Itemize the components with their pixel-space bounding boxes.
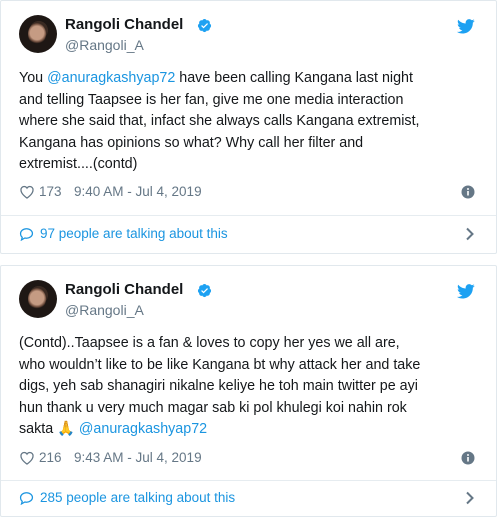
- tweet-line: You @anuragkashyap72 have been calling K…: [19, 70, 413, 86]
- avatar[interactable]: [19, 15, 57, 53]
- verified-badge-icon: [197, 18, 212, 33]
- avatar[interactable]: [19, 280, 57, 318]
- tweet-line: hun thank u very much magar sab ki pol k…: [19, 399, 407, 416]
- tweet-text: You @anuragkashyap72 have been calling K…: [19, 68, 479, 176]
- tweet-line: Kangana has opinions so what? Why call h…: [19, 134, 364, 151]
- display-name[interactable]: Rangoli Chandel: [65, 281, 183, 299]
- mention-link[interactable]: @anuragkashyap72: [79, 421, 207, 437]
- tweet-meta: 173 9:40 AM - Jul 4, 2019: [19, 183, 479, 201]
- tweet-line: digs, yeh sab shanagiri nikalne keliye h…: [19, 378, 418, 394]
- verified-badge-icon: [197, 283, 212, 298]
- like-count: 173: [39, 184, 62, 199]
- heart-icon[interactable]: [19, 185, 35, 199]
- like-count: 216: [39, 450, 62, 465]
- conversation-label[interactable]: 285 people are talking about this: [40, 488, 235, 508]
- tweet-line: extremist....(contd): [19, 156, 138, 172]
- info-icon[interactable]: [461, 451, 475, 465]
- tweet-card[interactable]: Rangoli Chandel @Rangoli_A (Contd)..Taap…: [0, 265, 497, 517]
- tweet-header: Rangoli Chandel @Rangoli_A: [19, 280, 479, 326]
- divider: [1, 480, 496, 481]
- conversation-link[interactable]: 285 people are talking about this: [19, 488, 479, 508]
- chevron-right-icon[interactable]: [465, 491, 475, 505]
- speech-bubble-icon: [19, 228, 34, 241]
- heart-icon[interactable]: [19, 451, 35, 465]
- timestamp[interactable]: 9:43 AM - Jul 4, 2019: [74, 449, 202, 467]
- tweet-text: (Contd)..Taapsee is a fan & loves to cop…: [19, 333, 479, 441]
- tweet-line: and telling Taapsee is her fan, give me …: [19, 91, 404, 108]
- twitter-bird-icon[interactable]: [457, 19, 475, 34]
- handle[interactable]: @Rangoli_A: [65, 36, 144, 54]
- info-icon[interactable]: [461, 185, 475, 199]
- tweet-line: sakta 🙏 @anuragkashyap72: [19, 421, 208, 437]
- conversation-link[interactable]: 97 people are talking about this: [19, 224, 479, 244]
- tweet-header: Rangoli Chandel @Rangoli_A: [19, 15, 479, 61]
- tweet-line: (Contd)..Taapsee is a fan & loves to cop…: [19, 335, 400, 351]
- handle[interactable]: @Rangoli_A: [65, 301, 144, 319]
- tweet-card[interactable]: Rangoli Chandel @Rangoli_A You @anuragka…: [0, 0, 497, 254]
- chevron-right-icon[interactable]: [465, 227, 475, 241]
- display-name[interactable]: Rangoli Chandel: [65, 16, 183, 34]
- mention-link[interactable]: @anuragkashyap72: [47, 70, 175, 86]
- timestamp[interactable]: 9:40 AM - Jul 4, 2019: [74, 183, 202, 201]
- speech-bubble-icon: [19, 492, 34, 505]
- tweet-line: where she said that, infact she always c…: [19, 113, 420, 129]
- twitter-bird-icon[interactable]: [457, 284, 475, 299]
- tweet-line: who wouldn’t like to be like Kangana bt …: [19, 356, 421, 373]
- conversation-label[interactable]: 97 people are talking about this: [40, 224, 228, 244]
- divider: [1, 215, 496, 216]
- tweet-meta: 216 9:43 AM - Jul 4, 2019: [19, 449, 479, 467]
